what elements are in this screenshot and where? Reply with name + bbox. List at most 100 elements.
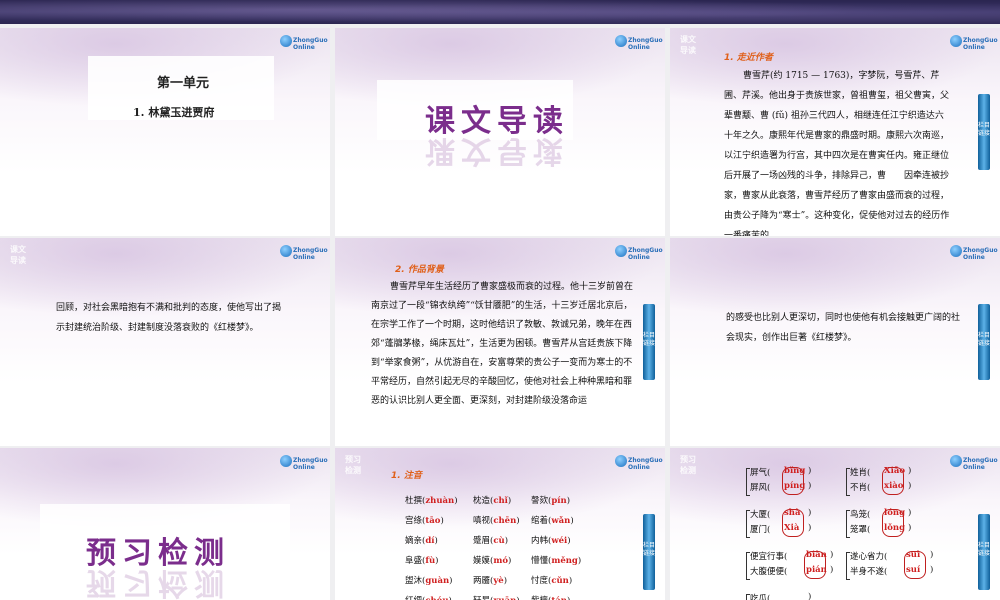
polyphone-close: ) [930, 550, 934, 560]
pinyin-item: 两靥(yè) [473, 574, 507, 586]
pinyin-item: 盥沐(guàn) [405, 574, 452, 586]
section-title-reflection: 预习检测 [86, 565, 230, 600]
pinyin-word: 嗔视( [473, 516, 494, 526]
slide-4[interactable]: 课文导读 ZhongGuo Online 回顾，对社会黑暗抱有不满和批判的态度，… [0, 238, 330, 446]
polyphone-word: 屏风( [750, 483, 771, 493]
slide-6[interactable]: ZhongGuo Online 栏目链接 的感受也比别人更深切，同时也使他有机会… [670, 238, 1000, 446]
globe-icon [280, 35, 292, 47]
polyphone-close: ) [908, 481, 912, 491]
pinyin-close: ) [434, 536, 438, 546]
polyphone-close: ) [930, 565, 934, 575]
pinyin-word: 枕造( [473, 496, 494, 506]
globe-icon [950, 35, 962, 47]
polyphone-word: 鸟笼( [850, 510, 871, 520]
polyphone-close: ) [908, 523, 912, 533]
pinyin-close: ) [507, 496, 512, 506]
pinyin-word: 阜盛( [405, 556, 426, 566]
logo: ZhongGuo Online [615, 244, 663, 261]
pinyin-item: 枕造(chǐ) [473, 494, 511, 506]
globe-icon [950, 245, 962, 257]
pinyin-reading: cǔn [551, 576, 569, 586]
globe-icon [950, 455, 962, 467]
polyphone-close: ) [808, 481, 812, 491]
pinyin-word: 懵懂( [531, 556, 552, 566]
pinyin-reading: fù [425, 556, 436, 566]
pinyin-word: 忖度( [531, 576, 552, 586]
polyphone-close: ) [908, 508, 912, 518]
pinyin-reading: xuān [493, 596, 516, 600]
polyphone-close: ) [808, 508, 812, 518]
polyphone-word: 大厦( [750, 510, 771, 520]
polyphone-close: ) [808, 592, 812, 600]
reading-bracket [804, 551, 826, 579]
polyphone-word: 大腹便便( [750, 567, 788, 577]
logo: ZhongGuo Online [280, 34, 328, 51]
pinyin-close: ) [577, 556, 582, 566]
polyphone-close: ) [808, 523, 812, 533]
polyphone-word: 便宜行事( [750, 552, 788, 562]
background-text: 曹雪芹早年生活经历了曹家盛极而衰的过程。他十三岁前曾在南京过了一段“锦衣纨绔”“… [371, 282, 634, 406]
pinyin-reading: yè [493, 576, 504, 586]
pinyin-word: 紫檀( [531, 596, 551, 600]
pinyin-word: 红绸( [405, 596, 425, 600]
pinyin-reading: chēn [493, 516, 517, 526]
pinyin-item: 謦欬(pín) [531, 494, 570, 506]
pinyin-word: 杜撰( [405, 496, 426, 506]
pinyin-word: 轩昂( [473, 596, 493, 600]
nav-link-bar[interactable]: 栏目链接 [643, 514, 655, 590]
polyphone-word: 不肖( [850, 483, 871, 493]
nav-link-bar[interactable]: 栏目链接 [643, 304, 655, 380]
pinyin-close: ) [435, 556, 439, 566]
pinyin-word: 两靥( [473, 576, 494, 586]
pinyin-reading: chǐ [493, 496, 508, 506]
pinyin-close: ) [568, 576, 573, 586]
slide-1[interactable]: ZhongGuo Online 第一单元 1. 林黛玉进贾府 [0, 28, 330, 236]
globe-icon [615, 35, 627, 47]
section-heading: 1. 注音 [391, 471, 422, 481]
pinyin-item: 绾着(wǎn) [531, 514, 574, 526]
pinyin-item: 嫫嫫(mó) [473, 554, 511, 566]
pinyin-close: ) [454, 496, 458, 506]
section-heading: 1. 走近作者 [724, 53, 773, 63]
pinyin-close: ) [449, 576, 453, 586]
pinyin-item: 阜盛(fù) [405, 554, 439, 566]
pinyin-close: ) [567, 536, 571, 546]
background-text-continued: 的感受也比别人更深切，同时也使他有机会接触更广阔的社会现实，创作出巨著《红楼梦》… [726, 313, 961, 343]
polyphone-word: 姓肖( [850, 468, 871, 478]
pinyin-word: 绾着( [531, 516, 552, 526]
pinyin-word: 嫫嫫( [473, 556, 494, 566]
reading-bracket [782, 467, 804, 495]
pinyin-close: ) [449, 596, 452, 600]
pinyin-close: ) [566, 496, 571, 506]
polyphone-close: ) [808, 466, 812, 476]
pinyin-reading: měng [551, 556, 578, 566]
slide-7[interactable]: ZhongGuo Online 预习检测 预习检测 [0, 448, 330, 600]
pinyin-reading: dí [425, 536, 435, 546]
nav-link-bar[interactable]: 栏目链接 [978, 94, 990, 170]
logo: ZhongGuo Online [615, 454, 663, 471]
pinyin-close: ) [567, 596, 570, 600]
polyphone-word: 吃瓜( [750, 594, 771, 600]
slide-9[interactable]: 预习检测 ZhongGuo Online 栏目链接 屏气() bǐng 屏风() pí… [670, 448, 1000, 600]
polyphone-word: 笼罩( [850, 525, 871, 535]
side-tab: 预习检测 [680, 455, 696, 475]
logo: ZhongGuo Online [950, 454, 998, 471]
pinyin-word: 謦欬( [531, 496, 552, 506]
slide-8[interactable]: 预习检测 ZhongGuo Online 栏目链接 1. 注音 杜撰(zhuàn… [335, 448, 665, 600]
lesson-title: 1. 林黛玉进贾府 [133, 106, 215, 119]
nav-link-bar[interactable]: 栏目链接 [978, 514, 990, 590]
pinyin-close: ) [516, 516, 520, 526]
pinyin-item: 宫绦(tāo) [405, 514, 444, 526]
pinyin-item: 忖度(cǔn) [531, 574, 572, 586]
globe-icon [615, 455, 627, 467]
slide-2[interactable]: ZhongGuo Online 课文导读 课文导读 [335, 28, 665, 236]
nav-link-bar[interactable]: 栏目链接 [978, 304, 990, 380]
side-tab: 课文导读 [680, 35, 696, 55]
pinyin-close: ) [503, 576, 508, 586]
slide-3[interactable]: 课文导读 ZhongGuo Online 栏目链接 1. 走近作者 曹雪芹(约 … [670, 28, 1000, 236]
section-title-reflection: 课文导读 [425, 133, 569, 168]
slide-5[interactable]: ZhongGuo Online 栏目链接 2. 作品背景 曹雪芹早年生活经历了曹… [335, 238, 665, 446]
polyphone-close: ) [830, 550, 834, 560]
pinyin-close: ) [508, 556, 512, 566]
reading-bracket [882, 467, 904, 495]
